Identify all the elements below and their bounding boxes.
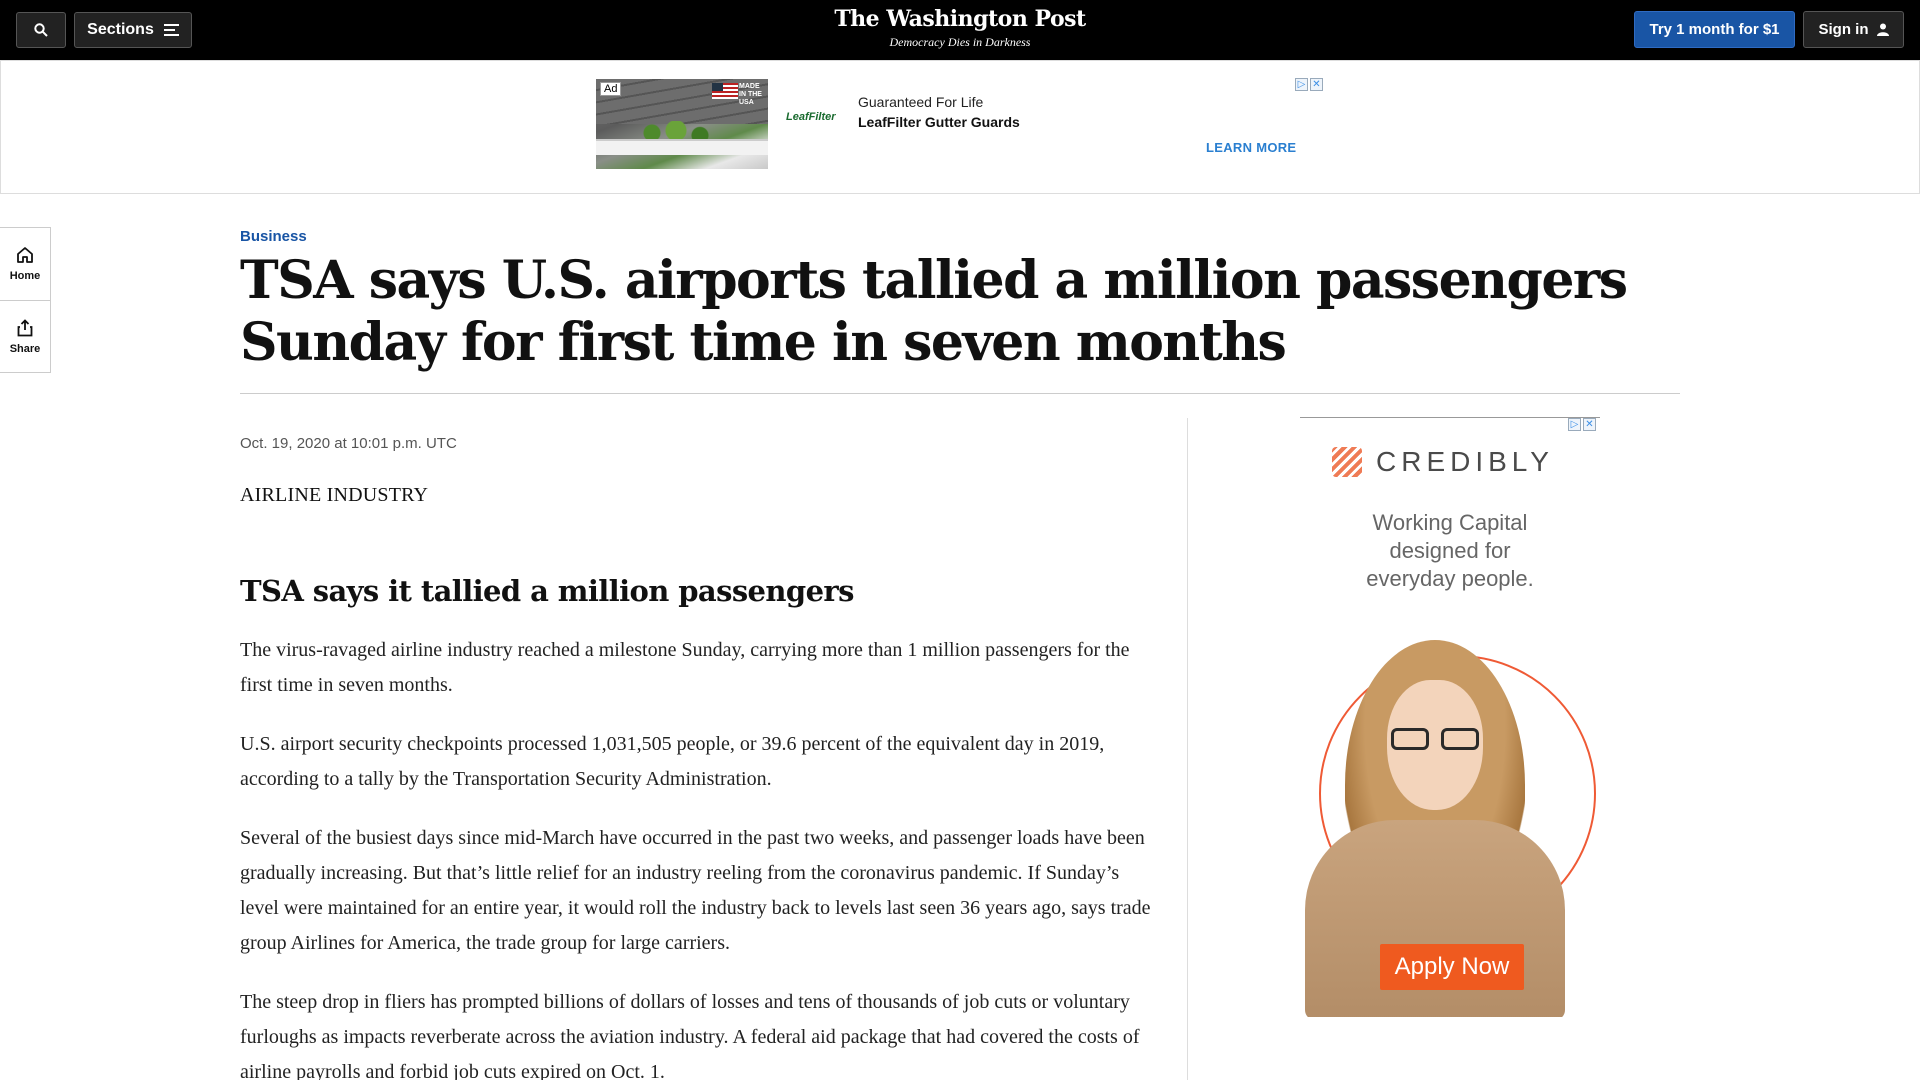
sign-in-label: Sign in xyxy=(1818,21,1869,38)
article-paragraph: U.S. airport security checkpoints proces… xyxy=(240,733,1105,790)
menu-icon xyxy=(163,24,179,36)
ad-brand-logo: LeafFilter xyxy=(786,111,836,123)
article-headline: TSA says U.S. airports tallied a million… xyxy=(240,250,1628,373)
search-icon xyxy=(34,23,48,37)
share-label: Share xyxy=(9,342,41,355)
credibly-ad[interactable]: ▷ ✕ CREDIBLY Working Capital designed fo… xyxy=(1300,417,1600,1017)
us-flag-icon xyxy=(712,83,738,99)
share-button[interactable]: Share xyxy=(0,300,50,372)
ad-badge: Ad xyxy=(600,82,622,96)
article-timestamp: Oct. 19, 2020 at 10:01 p.m. UTC xyxy=(240,435,457,452)
section-kicker-link[interactable]: Business xyxy=(240,228,307,245)
home-icon xyxy=(17,247,33,263)
adchoices-icon[interactable]: ▷ xyxy=(1295,78,1308,91)
credibly-logo-mark-icon xyxy=(1332,447,1362,477)
ad-headline: Guaranteed For Life xyxy=(858,94,984,110)
close-icon[interactable]: ✕ xyxy=(1583,418,1596,431)
site-tagline: Democracy Dies in Darkness xyxy=(889,35,1031,49)
close-icon[interactable]: ✕ xyxy=(1310,78,1323,91)
leaffilter-ad[interactable]: Ad MADE IN THE USA LeafFilter Guaranteed… xyxy=(596,78,1326,169)
credibly-wordmark: CREDIBLY xyxy=(1376,446,1554,477)
sections-label: Sections xyxy=(87,21,154,38)
topic-label[interactable]: AIRLINE INDUSTRY xyxy=(240,484,428,507)
article-paragraph: The virus-ravaged airline industry reach… xyxy=(240,639,1130,696)
sections-button[interactable]: Sections xyxy=(74,12,192,48)
subscribe-button[interactable]: Try 1 month for $1 xyxy=(1634,11,1795,48)
ad-gutter-image: Ad MADE IN THE USA xyxy=(596,79,768,169)
sign-in-button[interactable]: Sign in xyxy=(1803,11,1904,48)
article-paragraph: The steep drop in fliers has prompted bi… xyxy=(240,991,1140,1080)
masthead-logo[interactable]: The Washington Post Democracy Dies in Da… xyxy=(760,6,1160,50)
apply-now-button[interactable]: Apply Now xyxy=(1380,944,1524,990)
side-ad-choices[interactable]: ▷ ✕ xyxy=(1568,418,1596,431)
column-divider xyxy=(1187,418,1188,1080)
adchoices-icon[interactable]: ▷ xyxy=(1568,418,1581,431)
ad-choices[interactable]: ▷ ✕ xyxy=(1295,78,1323,91)
site-logo: The Washington Post xyxy=(834,6,1086,32)
ad-product-name: LeafFilter Gutter Guards xyxy=(858,114,1020,130)
side-ad-copy-line: Working Capital xyxy=(1372,510,1528,535)
home-button[interactable]: Home xyxy=(0,228,50,300)
search-button[interactable] xyxy=(16,12,66,48)
side-ad-copy-line: everyday people. xyxy=(1366,566,1534,591)
left-action-rail: Home Share xyxy=(0,227,51,373)
side-ad-copy-line: designed for xyxy=(1389,538,1511,563)
top-nav-bar: Sections The Washington Post Democracy D… xyxy=(0,0,1920,60)
user-icon xyxy=(1876,23,1889,36)
share-icon xyxy=(17,318,33,336)
article-body: The virus-ravaged airline industry reach… xyxy=(240,633,1160,1080)
credibly-logo: CREDIBLY xyxy=(1332,446,1554,478)
article-paragraph: Several of the busiest days since mid-Ma… xyxy=(240,827,1151,954)
article-subhead: TSA says it tallied a million passengers xyxy=(240,574,854,608)
side-ad-copy: Working Capital designed for everyday pe… xyxy=(1300,509,1600,593)
home-label: Home xyxy=(9,270,41,282)
made-in-usa-label: MADE IN THE USA xyxy=(739,83,762,106)
learn-more-link[interactable]: LEARN MORE xyxy=(1206,140,1296,155)
top-ad-banner: Ad MADE IN THE USA LeafFilter Guaranteed… xyxy=(0,60,1920,194)
headline-divider xyxy=(240,393,1680,394)
